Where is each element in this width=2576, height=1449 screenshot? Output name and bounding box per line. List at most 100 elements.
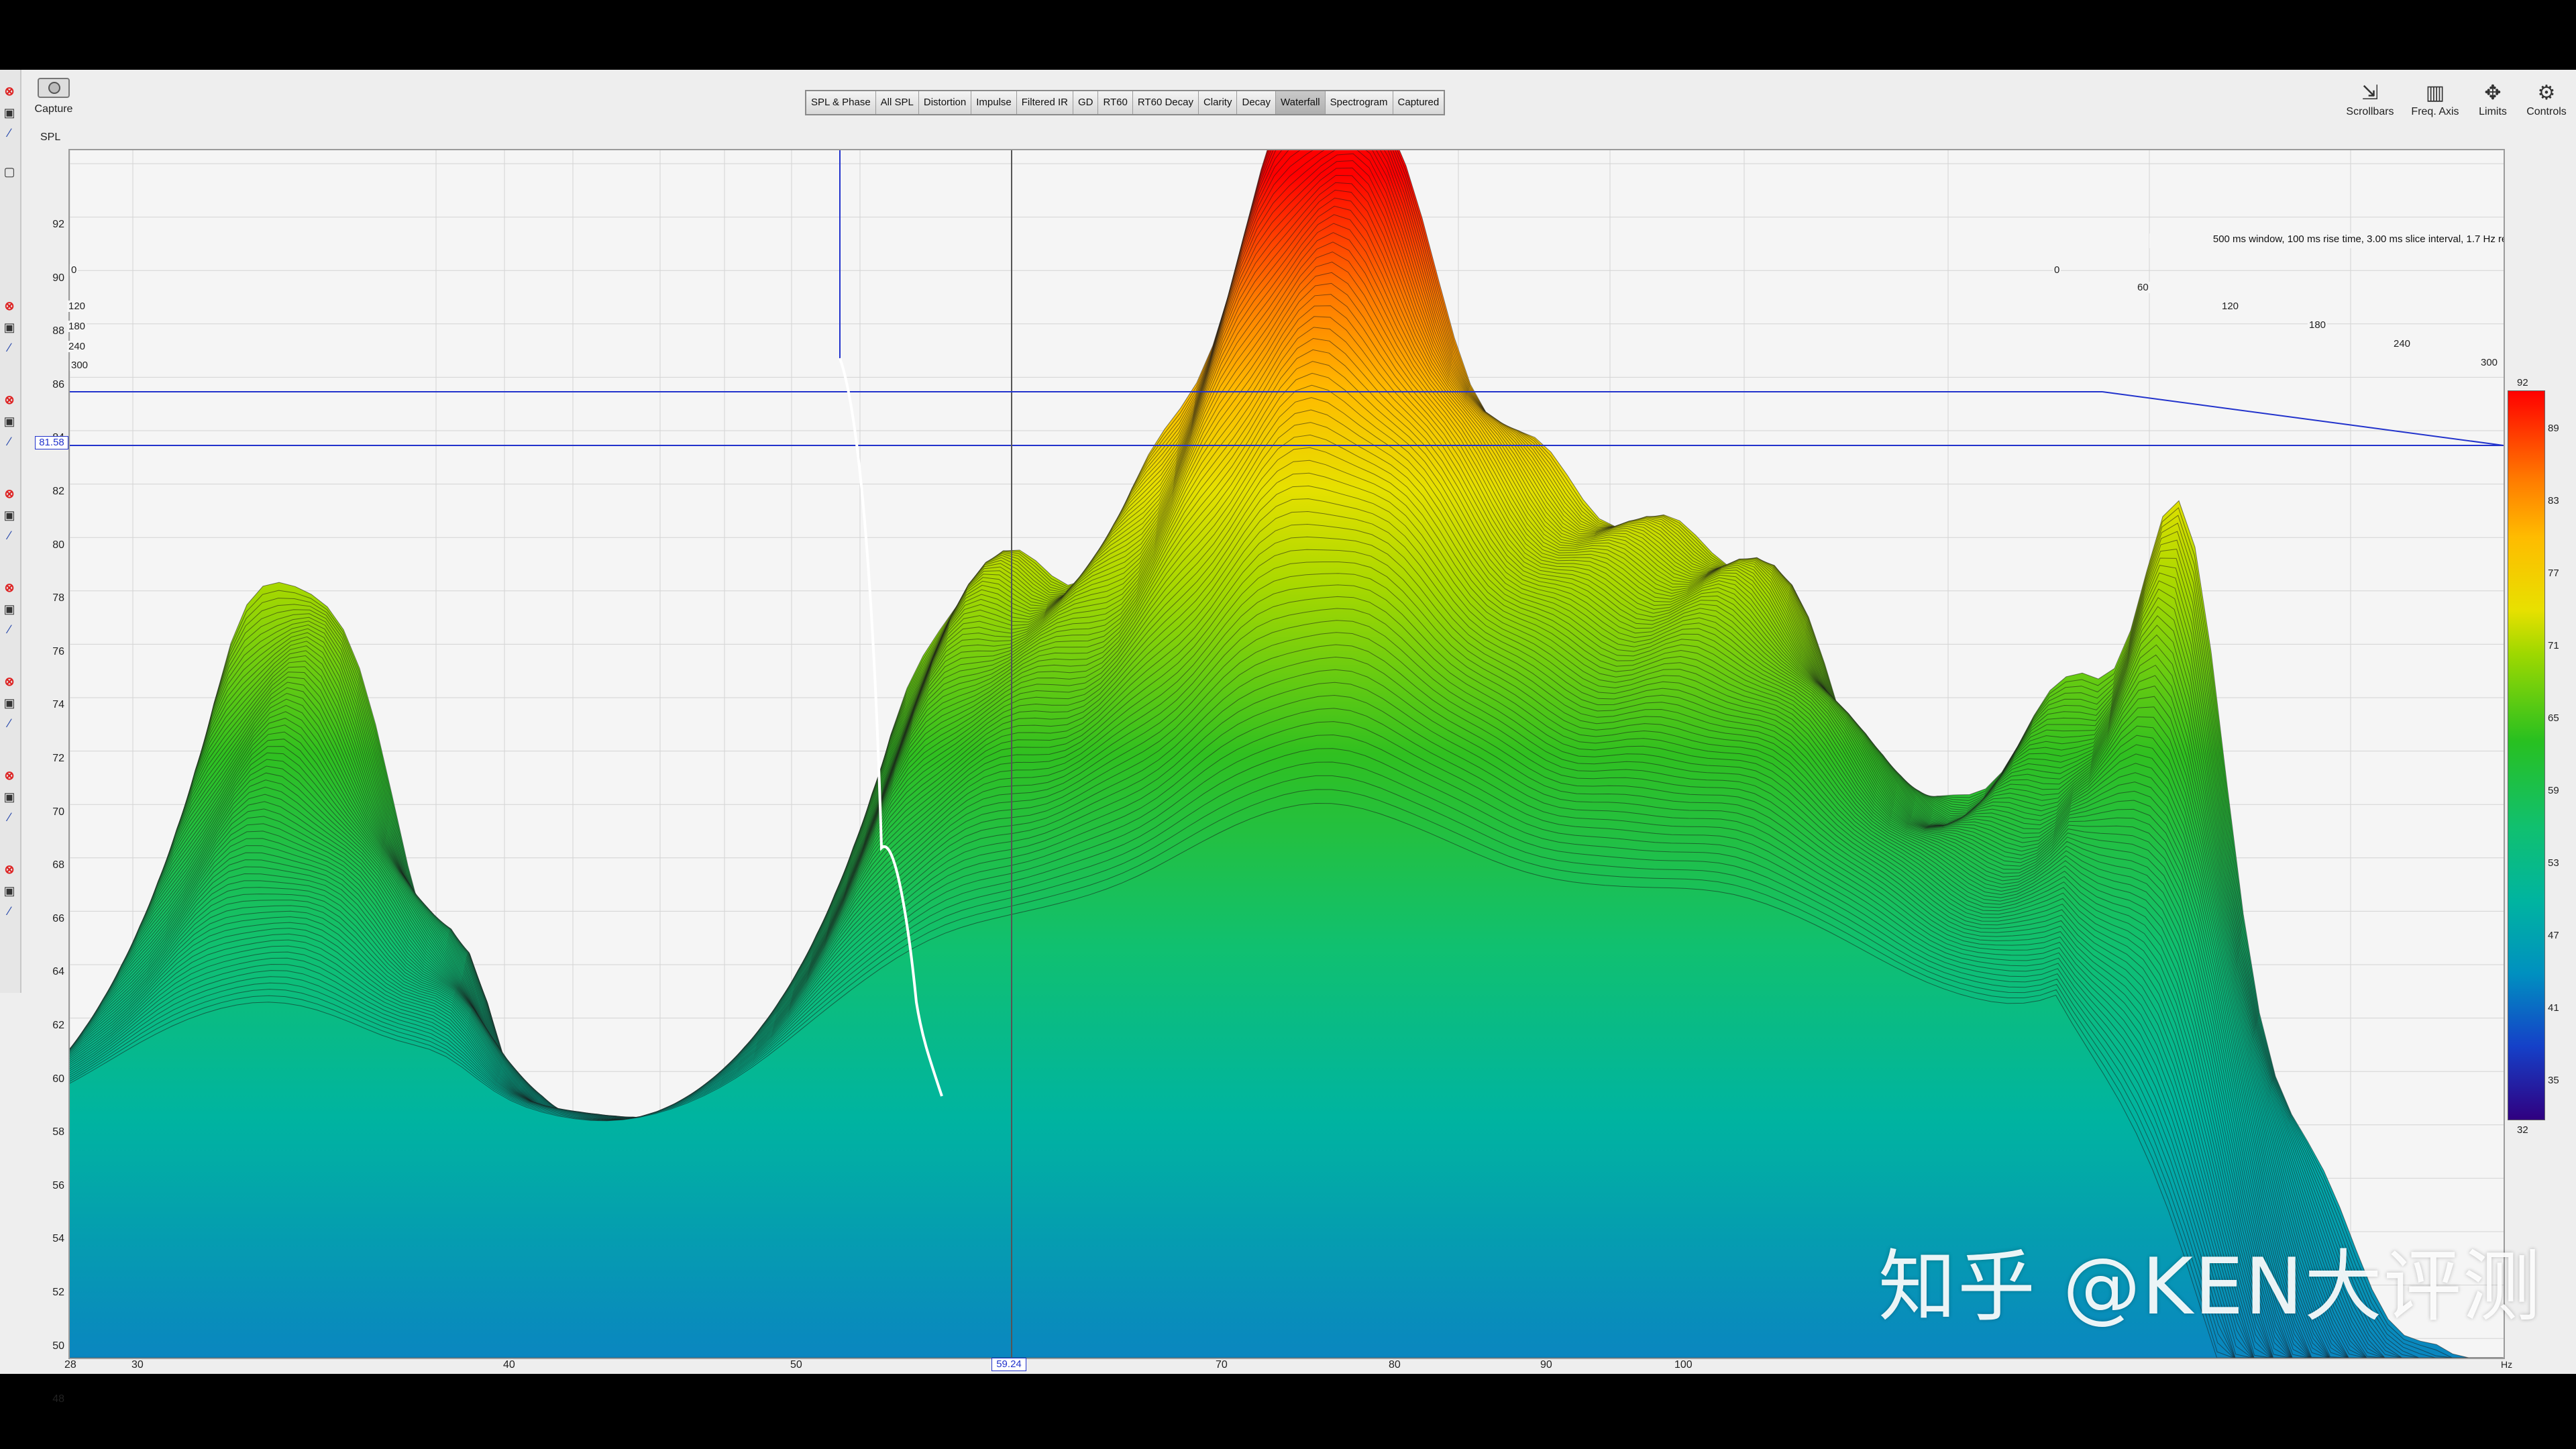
- scrollbars-icon: ⇲: [2361, 81, 2379, 104]
- tab-waterfall[interactable]: Waterfall: [1276, 91, 1326, 114]
- y-axis-label: SPL: [40, 131, 61, 143]
- watermark-text: 知乎 @KEN大评测: [1878, 1242, 2542, 1332]
- tab-filtered-ir[interactable]: Filtered IR: [1016, 91, 1073, 114]
- pen-icon[interactable]: ∕: [1, 903, 17, 919]
- lock-icon[interactable]: ▣: [1, 601, 17, 617]
- time-label-right: 120: [2220, 301, 2241, 312]
- x-tick-label: 90: [1540, 1359, 1552, 1371]
- colorbar-tick-label: 65: [2548, 712, 2559, 724]
- time-label-right: 180: [2308, 319, 2328, 331]
- remove-icon[interactable]: ⊗: [1, 486, 17, 502]
- y-tick-label: 72: [52, 753, 64, 764]
- tab-impulse[interactable]: Impulse: [971, 91, 1017, 114]
- remove-icon[interactable]: ⊗: [1, 861, 17, 877]
- lock-icon[interactable]: ▣: [1, 695, 17, 711]
- y-tick-label: 56: [52, 1179, 64, 1191]
- time-label-left: 0: [70, 264, 78, 276]
- graph-tabs: SPL & Phase All SPL Distortion Impulse Filte…: [805, 90, 1446, 115]
- y-tick-label: 60: [52, 1073, 64, 1085]
- y-tick-label: 58: [52, 1126, 64, 1138]
- pen-icon[interactable]: ∕: [1, 339, 17, 356]
- remove-icon[interactable]: ⊗: [1, 767, 17, 784]
- y-tick-label: 52: [52, 1287, 64, 1298]
- pen-icon[interactable]: ∕: [1, 715, 17, 731]
- tab-rt60-decay[interactable]: RT60 Decay: [1132, 91, 1199, 114]
- y-tick-label: 48: [52, 1393, 64, 1405]
- tab-spl-phase[interactable]: SPL & Phase: [806, 91, 876, 114]
- waterfall-plot[interactable]: 500 ms window, 100 ms rise time, 3.00 ms…: [68, 149, 2505, 1359]
- waterfall-settings-info: 500 ms window, 100 ms rise time, 3.00 ms…: [2149, 233, 2504, 248]
- remove-icon[interactable]: ⊗: [1, 83, 17, 99]
- capture-button[interactable]: Capture: [30, 78, 78, 125]
- y-tick-label: 54: [52, 1233, 64, 1245]
- y-tick-label: 74: [52, 699, 64, 711]
- scrollbars-button[interactable]: ⇲ Scrollbars: [2340, 79, 2400, 118]
- y-tick-label: 64: [52, 966, 64, 978]
- lock-icon[interactable]: ▢: [1, 164, 17, 180]
- freq-axis-button[interactable]: ▥ Freq. Axis: [2404, 79, 2466, 118]
- lock-icon[interactable]: ▣: [1, 507, 17, 523]
- time-label-left: 240: [67, 341, 87, 352]
- colorbar-min-label: 32: [2517, 1124, 2528, 1136]
- colorbar-max-label: 92: [2517, 377, 2528, 388]
- waterfall-surface: [70, 150, 2504, 1358]
- capture-label: Capture: [34, 103, 73, 115]
- lock-icon[interactable]: ▣: [1, 789, 17, 805]
- time-axis-line: [2102, 391, 2504, 446]
- controls-label: Controls: [2526, 106, 2567, 117]
- tab-distortion[interactable]: Distortion: [918, 91, 972, 114]
- x-tick-label: 70: [1216, 1359, 1228, 1371]
- cursor-y-readout: 81.58: [35, 436, 68, 449]
- remove-icon[interactable]: ⊗: [1, 392, 17, 408]
- tab-clarity[interactable]: Clarity: [1198, 91, 1238, 114]
- time-label-left: 120: [67, 301, 87, 312]
- camera-icon: [38, 78, 70, 98]
- time-label-right: 0: [2053, 264, 2061, 276]
- tab-gd[interactable]: GD: [1073, 91, 1099, 114]
- time-label-right: 300: [2479, 357, 2500, 368]
- x-tick-label: 80: [1389, 1359, 1401, 1371]
- x-axis-unit: Hz: [2501, 1359, 2513, 1370]
- pen-icon[interactable]: ∕: [1, 527, 17, 543]
- scrollbars-label: Scrollbars: [2346, 106, 2394, 117]
- y-tick-label: 68: [52, 859, 64, 871]
- colorbar-tick-label: 59: [2548, 785, 2559, 796]
- x-tick-label: 28: [64, 1359, 76, 1371]
- pen-icon[interactable]: ∕: [1, 125, 17, 141]
- limits-button[interactable]: ✥ Limits: [2466, 79, 2520, 118]
- remove-icon[interactable]: ⊗: [1, 580, 17, 596]
- y-tick-label: 70: [52, 806, 64, 818]
- remove-icon[interactable]: ⊗: [1, 298, 17, 314]
- tab-decay[interactable]: Decay: [1237, 91, 1277, 114]
- colorbar-tick-label: 71: [2548, 640, 2559, 651]
- pen-icon[interactable]: ∕: [1, 621, 17, 637]
- colorbar: [2508, 390, 2545, 1120]
- x-tick-label: 100: [1674, 1359, 1693, 1371]
- x-tick-label: 50: [790, 1359, 802, 1371]
- colorbar-tick-label: 83: [2548, 495, 2559, 506]
- controls-button[interactable]: ⚙ Controls: [2520, 79, 2573, 118]
- waterfall-graph[interactable]: [70, 150, 2504, 1358]
- y-tick-label: 90: [52, 272, 64, 284]
- lock-icon[interactable]: ▣: [1, 105, 17, 121]
- pen-icon[interactable]: ∕: [1, 433, 17, 449]
- colorbar-tick-label: 47: [2548, 930, 2559, 941]
- tab-spectrogram[interactable]: Spectrogram: [1325, 91, 1393, 114]
- tab-rt60[interactable]: RT60: [1098, 91, 1133, 114]
- y-tick-label: 62: [52, 1020, 64, 1031]
- x-tick-label: 40: [503, 1359, 515, 1371]
- lock-icon[interactable]: ▣: [1, 319, 17, 335]
- gear-icon: ⚙: [2537, 81, 2556, 104]
- tab-all-spl[interactable]: All SPL: [875, 91, 919, 114]
- y-tick-label: 78: [52, 592, 64, 604]
- rew-window: ⊗ ▣ ∕ ▢ ⊗ ▣ ∕ ⊗ ▣ ∕ ⊗ ▣ ∕ ⊗ ▣ ∕ ⊗ ▣ ∕ ⊗ …: [0, 70, 2576, 1405]
- pen-icon[interactable]: ∕: [1, 809, 17, 825]
- remove-icon[interactable]: ⊗: [1, 674, 17, 690]
- lock-icon[interactable]: ▣: [1, 883, 17, 899]
- colorbar-tick-label: 53: [2548, 857, 2559, 869]
- lock-icon[interactable]: ▣: [1, 413, 17, 429]
- x-tick-label: 30: [131, 1359, 144, 1371]
- y-tick-label: 86: [52, 378, 64, 390]
- tab-captured[interactable]: Captured: [1393, 91, 1444, 114]
- freq-axis-icon: ▥: [2425, 81, 2445, 104]
